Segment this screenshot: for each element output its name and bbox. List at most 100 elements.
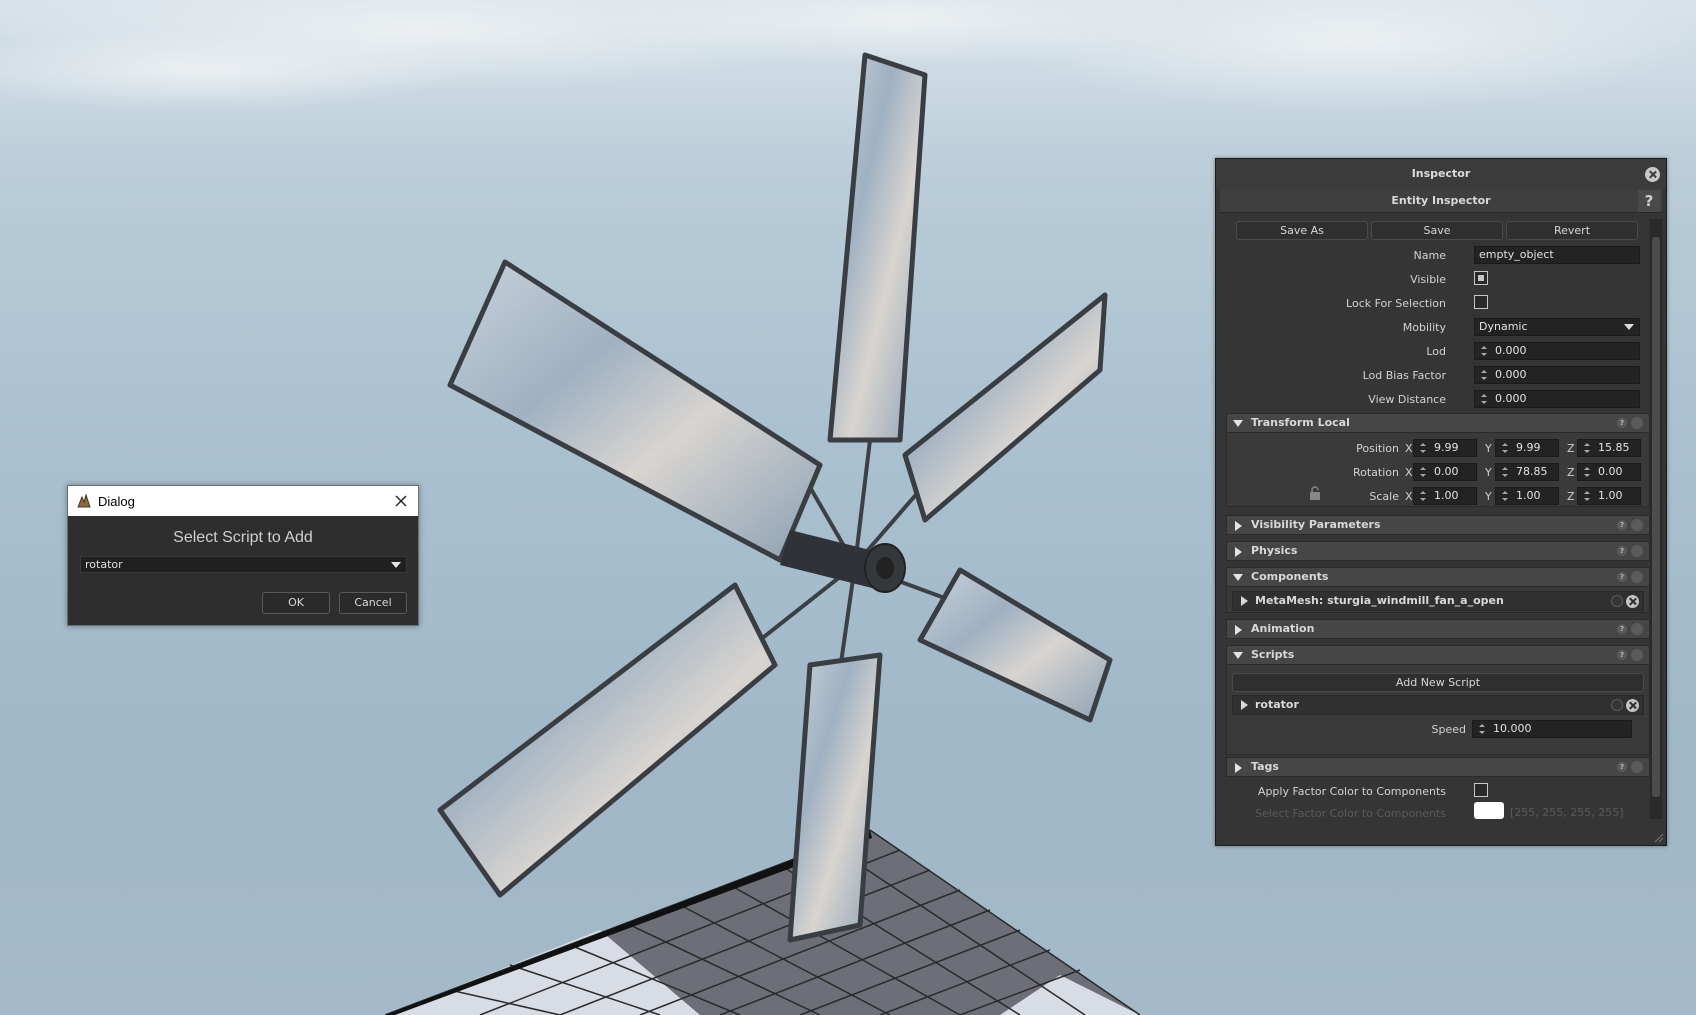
position-z-value: 15.85 bbox=[1598, 441, 1630, 454]
help-icon[interactable]: ? bbox=[1617, 546, 1627, 556]
axis-z-label: Z bbox=[1567, 490, 1575, 503]
revert-button[interactable]: Revert bbox=[1506, 221, 1638, 240]
rotation-z-spinner[interactable]: 0.00 bbox=[1577, 463, 1641, 481]
toggle-dot-icon[interactable] bbox=[1631, 545, 1643, 557]
script-select-value: rotator bbox=[85, 558, 123, 571]
lod-bias-spinner[interactable]: 0.000 bbox=[1474, 366, 1640, 384]
name-field[interactable]: empty_object bbox=[1474, 246, 1640, 264]
scale-y-spinner[interactable]: 1.00 bbox=[1495, 487, 1559, 505]
position-x-spinner[interactable]: 9.99 bbox=[1413, 439, 1477, 457]
help-icon[interactable]: ? bbox=[1617, 624, 1627, 634]
toggle-dot-icon[interactable] bbox=[1631, 649, 1643, 661]
close-icon[interactable] bbox=[1645, 167, 1660, 182]
spin-arrows-icon[interactable] bbox=[1583, 443, 1590, 454]
spin-arrows-icon[interactable] bbox=[1583, 467, 1590, 478]
spin-arrows-icon[interactable] bbox=[1480, 394, 1487, 405]
script-item[interactable]: rotator bbox=[1232, 695, 1644, 715]
help-icon[interactable]: ? bbox=[1617, 762, 1627, 772]
spin-arrows-icon[interactable] bbox=[1419, 443, 1426, 454]
help-icon[interactable]: ? bbox=[1617, 650, 1627, 660]
lock-for-selection-checkbox[interactable] bbox=[1474, 295, 1488, 309]
caret-right-icon bbox=[1235, 547, 1242, 557]
toggle-dot-icon[interactable] bbox=[1631, 761, 1643, 773]
spin-arrows-icon[interactable] bbox=[1480, 370, 1487, 381]
help-icon[interactable]: ? bbox=[1617, 572, 1627, 582]
scale-z-spinner[interactable]: 1.00 bbox=[1577, 487, 1641, 505]
section-title: Visibility Parameters bbox=[1251, 518, 1381, 531]
section-title: Physics bbox=[1251, 544, 1298, 557]
select-script-dialog: Dialog Select Script to Add rotator OK C… bbox=[67, 485, 419, 626]
view-distance-spinner[interactable]: 0.000 bbox=[1474, 390, 1640, 408]
help-icon[interactable]: ? bbox=[1617, 520, 1627, 530]
spin-arrows-icon[interactable] bbox=[1501, 443, 1508, 454]
section-components[interactable]: Components ? bbox=[1226, 567, 1650, 587]
spin-arrows-icon[interactable] bbox=[1501, 491, 1508, 502]
chevron-down-icon bbox=[391, 562, 401, 568]
caret-right-icon bbox=[1235, 625, 1242, 635]
scale-x-spinner[interactable]: 1.00 bbox=[1413, 487, 1477, 505]
position-z-spinner[interactable]: 15.85 bbox=[1577, 439, 1641, 457]
remove-icon[interactable] bbox=[1626, 699, 1639, 712]
inspector-scrollbar[interactable] bbox=[1650, 219, 1662, 819]
spin-arrows-icon[interactable] bbox=[1583, 491, 1590, 502]
section-title: Tags bbox=[1251, 760, 1279, 773]
script-item-label: rotator bbox=[1255, 698, 1299, 711]
speed-label: Speed bbox=[1431, 723, 1466, 736]
toggle-dot-icon[interactable] bbox=[1611, 595, 1623, 607]
section-title: Scripts bbox=[1251, 648, 1295, 661]
save-button[interactable]: Save bbox=[1371, 221, 1503, 240]
section-title: Components bbox=[1251, 570, 1329, 583]
entity-inspector-title: Entity Inspector bbox=[1391, 194, 1491, 207]
mobility-select[interactable]: Dynamic bbox=[1474, 318, 1640, 336]
section-visibility-parameters[interactable]: Visibility Parameters ? bbox=[1226, 515, 1650, 535]
section-scripts[interactable]: Scripts ? bbox=[1226, 645, 1650, 665]
rotation-z-value: 0.00 bbox=[1598, 465, 1623, 478]
spin-arrows-icon[interactable] bbox=[1480, 346, 1487, 357]
toggle-dot-icon[interactable] bbox=[1631, 519, 1643, 531]
position-label: Position bbox=[1356, 442, 1399, 455]
toggle-dot-icon[interactable] bbox=[1631, 571, 1643, 583]
factor-color-swatch[interactable] bbox=[1474, 802, 1504, 819]
spin-arrows-icon[interactable] bbox=[1501, 467, 1508, 478]
toggle-dot-icon[interactable] bbox=[1631, 623, 1643, 635]
add-new-script-button[interactable]: Add New Script bbox=[1232, 673, 1644, 692]
entity-inspector-header: Entity Inspector ? bbox=[1220, 189, 1662, 213]
scale-label: Scale bbox=[1369, 490, 1399, 503]
mobility-value: Dynamic bbox=[1479, 320, 1528, 333]
script-select[interactable]: rotator bbox=[80, 556, 407, 573]
windmill-blades bbox=[437, 52, 1113, 943]
dialog-titlebar[interactable]: Dialog bbox=[68, 486, 418, 516]
cancel-button[interactable]: Cancel bbox=[339, 592, 407, 614]
toggle-dot-icon[interactable] bbox=[1611, 699, 1623, 711]
lod-spinner[interactable]: 0.000 bbox=[1474, 342, 1640, 360]
resize-grip-icon[interactable] bbox=[1654, 833, 1664, 843]
spin-arrows-icon[interactable] bbox=[1419, 467, 1426, 478]
section-tags[interactable]: Tags ? bbox=[1226, 757, 1650, 777]
section-animation[interactable]: Animation ? bbox=[1226, 619, 1650, 639]
lock-for-selection-label: Lock For Selection bbox=[1346, 297, 1446, 310]
spin-arrows-icon[interactable] bbox=[1419, 491, 1426, 502]
scale-y-value: 1.00 bbox=[1516, 489, 1541, 502]
help-icon[interactable]: ? bbox=[1617, 418, 1627, 428]
lod-bias-value: 0.000 bbox=[1495, 368, 1527, 381]
visible-label: Visible bbox=[1410, 273, 1446, 286]
ok-button[interactable]: OK bbox=[262, 592, 330, 614]
rotation-y-spinner[interactable]: 78.85 bbox=[1495, 463, 1559, 481]
section-transform-local[interactable]: Transform Local ? bbox=[1226, 413, 1650, 433]
inspector-titlebar[interactable]: Inspector bbox=[1216, 159, 1666, 189]
position-y-spinner[interactable]: 9.99 bbox=[1495, 439, 1559, 457]
speed-spinner[interactable]: 10.000 bbox=[1472, 720, 1632, 738]
save-as-button[interactable]: Save As bbox=[1236, 221, 1368, 240]
scrollbar-thumb[interactable] bbox=[1652, 237, 1660, 797]
toggle-dot-icon[interactable] bbox=[1631, 417, 1643, 429]
visible-checkbox[interactable] bbox=[1474, 271, 1488, 285]
axis-x-label: X bbox=[1405, 442, 1413, 455]
component-item[interactable]: MetaMesh: sturgia_windmill_fan_a_open bbox=[1232, 591, 1644, 611]
section-physics[interactable]: Physics ? bbox=[1226, 541, 1650, 561]
remove-icon[interactable] bbox=[1626, 595, 1639, 608]
help-button[interactable]: ? bbox=[1638, 190, 1660, 212]
apply-factor-color-checkbox[interactable] bbox=[1474, 783, 1488, 797]
spin-arrows-icon[interactable] bbox=[1478, 724, 1485, 735]
rotation-x-spinner[interactable]: 0.00 bbox=[1413, 463, 1477, 481]
close-icon[interactable] bbox=[392, 492, 410, 510]
